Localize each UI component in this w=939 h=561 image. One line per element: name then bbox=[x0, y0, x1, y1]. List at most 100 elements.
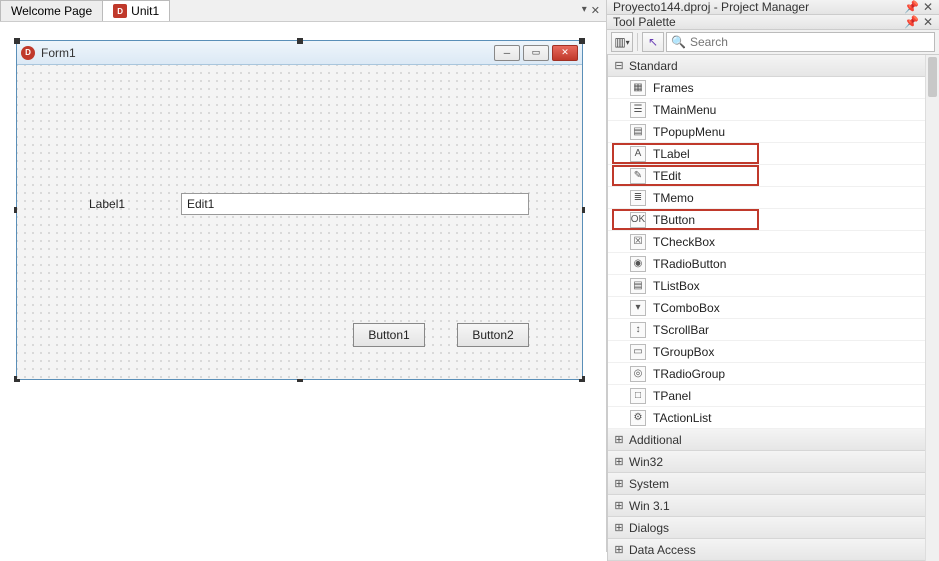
palette-item-tcheckbox[interactable]: ☒TCheckBox bbox=[608, 231, 939, 253]
listbox-icon: ▤ bbox=[630, 278, 646, 294]
item-label: TCheckBox bbox=[653, 235, 715, 249]
item-label: TListBox bbox=[653, 279, 700, 293]
category-label: System bbox=[629, 477, 669, 491]
palette-item-tactionlist[interactable]: ⚙TActionList bbox=[608, 407, 939, 429]
item-label: TEdit bbox=[653, 169, 681, 183]
design-label1[interactable]: Label1 bbox=[89, 197, 125, 211]
form-designer[interactable]: D Form1 ─ ▭ ✕ Label1 Edit1 Button1 Butto… bbox=[16, 40, 583, 380]
form-titlebar[interactable]: D Form1 ─ ▭ ✕ bbox=[17, 41, 582, 65]
palette-item-tcombobox[interactable]: ▾TComboBox bbox=[608, 297, 939, 319]
item-label: TPanel bbox=[653, 389, 691, 403]
tab-welcome-label: Welcome Page bbox=[11, 4, 92, 18]
panel-close-icon[interactable]: ✕ bbox=[923, 0, 933, 14]
category-win32[interactable]: ⊞ Win32 bbox=[608, 451, 939, 473]
actionlist-icon: ⚙ bbox=[630, 410, 646, 426]
scrollbar-thumb[interactable] bbox=[928, 57, 937, 97]
tab-welcome[interactable]: Welcome Page bbox=[0, 0, 103, 21]
category-system[interactable]: ⊞ System bbox=[608, 473, 939, 495]
design-button1[interactable]: Button1 bbox=[353, 323, 425, 347]
tabstrip: Welcome Page D Unit1 ▾ ✕ bbox=[0, 0, 606, 22]
tool-palette-title: Tool Palette bbox=[613, 15, 676, 29]
palette-item-tedit[interactable]: ✎ TEdit bbox=[608, 165, 939, 187]
tabs-close-icon[interactable]: ✕ bbox=[591, 4, 600, 17]
palette-item-tscrollbar[interactable]: ↕TScrollBar bbox=[608, 319, 939, 341]
close-button[interactable]: ✕ bbox=[552, 45, 578, 61]
category-win31[interactable]: ⊞ Win 3.1 bbox=[608, 495, 939, 517]
design-edit1[interactable]: Edit1 bbox=[181, 193, 529, 215]
design-edit1-text: Edit1 bbox=[187, 197, 214, 211]
tabs-dropdown-icon[interactable]: ▾ bbox=[582, 4, 587, 17]
palette-item-tradiogroup[interactable]: ◎TRadioGroup bbox=[608, 363, 939, 385]
category-dataaccess[interactable]: ⊞ Data Access bbox=[608, 539, 939, 561]
category-additional[interactable]: ⊞ Additional bbox=[608, 429, 939, 451]
palette-scrollbar[interactable] bbox=[925, 55, 939, 561]
search-icon: 🔍 bbox=[671, 35, 686, 49]
category-label: Win32 bbox=[629, 455, 663, 469]
pin-icon[interactable]: 📌 bbox=[904, 15, 919, 29]
popupmenu-icon: ▤ bbox=[630, 124, 646, 140]
form-client[interactable]: Label1 Edit1 Button1 Button2 bbox=[17, 65, 582, 379]
item-label: TRadioButton bbox=[653, 257, 726, 271]
palette-item-tradiobutton[interactable]: ◉ TRadioButton bbox=[608, 253, 939, 275]
palette-item-tpopupmenu[interactable]: ▤TPopupMenu bbox=[608, 121, 939, 143]
category-standard[interactable]: ⊟ Standard bbox=[608, 55, 939, 77]
minimize-button[interactable]: ─ bbox=[494, 45, 520, 61]
maximize-button[interactable]: ▭ bbox=[523, 45, 549, 61]
palette-item-tlistbox[interactable]: ▤ TListBox bbox=[608, 275, 939, 297]
palette-search[interactable]: 🔍 bbox=[666, 32, 935, 52]
form-title: Form1 bbox=[41, 46, 494, 60]
resize-handle[interactable] bbox=[14, 38, 20, 44]
edit-icon: ✎ bbox=[630, 168, 646, 184]
item-label: TScrollBar bbox=[653, 323, 709, 337]
palette-search-input[interactable] bbox=[690, 35, 930, 49]
frames-icon: ▦ bbox=[630, 80, 646, 96]
expand-icon[interactable]: ⊞ bbox=[614, 477, 624, 490]
resize-handle[interactable] bbox=[579, 38, 585, 44]
palette-item-tmemo[interactable]: ≣TMemo bbox=[608, 187, 939, 209]
tab-unit1[interactable]: D Unit1 bbox=[102, 0, 170, 21]
category-label: Additional bbox=[629, 433, 682, 447]
palette-item-tbutton[interactable]: OKTButton bbox=[608, 209, 939, 231]
radiobutton-icon: ◉ bbox=[630, 256, 646, 272]
panel-close-icon[interactable]: ✕ bbox=[923, 15, 933, 29]
category-label: Data Access bbox=[629, 543, 696, 557]
palette-item-frames[interactable]: ▦ Frames bbox=[608, 77, 939, 99]
collapse-icon[interactable]: ⊟ bbox=[614, 59, 624, 72]
label-icon: A bbox=[630, 146, 646, 162]
item-label: TRadioGroup bbox=[653, 367, 725, 381]
tab-unit1-label: Unit1 bbox=[131, 4, 159, 18]
project-manager-title: Proyecto144.dproj - Project Manager bbox=[613, 0, 809, 14]
category-label: Standard bbox=[629, 59, 678, 73]
pin-icon[interactable]: 📌 bbox=[904, 0, 919, 14]
palette-item-tpanel[interactable]: □TPanel bbox=[608, 385, 939, 407]
expand-icon[interactable]: ⊞ bbox=[614, 543, 624, 556]
palette-tree[interactable]: ⊟ Standard ▦ Frames ☰TMainMenu ▤TPopupMenu… bbox=[607, 55, 939, 561]
expand-icon[interactable]: ⊞ bbox=[614, 521, 624, 534]
item-label: Frames bbox=[653, 81, 694, 95]
item-label: TButton bbox=[653, 213, 695, 227]
design-button2-label: Button2 bbox=[472, 328, 513, 342]
design-button2[interactable]: Button2 bbox=[457, 323, 529, 347]
form-icon: D bbox=[113, 4, 127, 18]
tool-palette-header[interactable]: Tool Palette 📌 ✕ bbox=[607, 15, 939, 30]
palette-item-tgroupbox[interactable]: ▭ TGroupBox bbox=[608, 341, 939, 363]
palette-item-tlabel[interactable]: A TLabel bbox=[608, 143, 939, 165]
expand-icon[interactable]: ⊞ bbox=[614, 455, 624, 468]
project-manager-header[interactable]: Proyecto144.dproj - Project Manager 📌 ✕ bbox=[607, 0, 939, 15]
resize-handle[interactable] bbox=[297, 38, 303, 44]
item-label: TLabel bbox=[653, 147, 690, 161]
expand-icon[interactable]: ⊞ bbox=[614, 499, 624, 512]
item-label: TGroupBox bbox=[653, 345, 714, 359]
editor-area: Welcome Page D Unit1 ▾ ✕ D Form1 bbox=[0, 0, 607, 552]
design-surface[interactable]: D Form1 ─ ▭ ✕ Label1 Edit1 Button1 Butto… bbox=[0, 22, 606, 552]
groupbox-icon: ▭ bbox=[630, 344, 646, 360]
expand-icon[interactable]: ⊞ bbox=[614, 433, 624, 446]
item-label: TMemo bbox=[653, 191, 694, 205]
category-label: Win 3.1 bbox=[629, 499, 670, 513]
form-app-icon: D bbox=[21, 46, 35, 60]
palette-categories-button[interactable]: ▥▾ bbox=[611, 32, 633, 52]
palette-item-tmainmenu[interactable]: ☰TMainMenu bbox=[608, 99, 939, 121]
category-dialogs[interactable]: ⊞Dialogs bbox=[608, 517, 939, 539]
palette-toolbar: ▥▾ ↖ 🔍 bbox=[607, 30, 939, 55]
palette-pointer-button[interactable]: ↖ bbox=[642, 32, 664, 52]
